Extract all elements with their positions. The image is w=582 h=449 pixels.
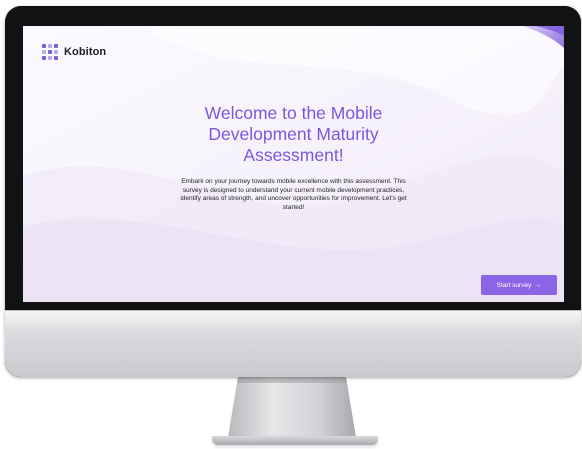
monitor-stand: [228, 377, 356, 437]
brand-logo[interactable]: Kobiton: [42, 44, 106, 60]
monitor-frame: Kobiton Welcome to the Mobile Developmen…: [5, 6, 581, 377]
start-survey-label: Start survey: [496, 281, 532, 289]
imac-mockup: Kobiton Welcome to the Mobile Developmen…: [0, 0, 582, 449]
start-survey-button[interactable]: Start survey →: [481, 275, 557, 295]
brand-name: Kobiton: [64, 46, 107, 58]
intro-description: Embark on your journey towards mobile ex…: [180, 178, 407, 211]
kobiton-logo-icon: [42, 44, 58, 60]
monitor-base: [212, 436, 378, 445]
monitor-chin: [5, 310, 581, 377]
page-title: Welcome to the Mobile Development Maturi…: [204, 103, 383, 165]
app-screen: Kobiton Welcome to the Mobile Developmen…: [23, 26, 564, 302]
arrow-right-icon: →: [534, 281, 542, 289]
